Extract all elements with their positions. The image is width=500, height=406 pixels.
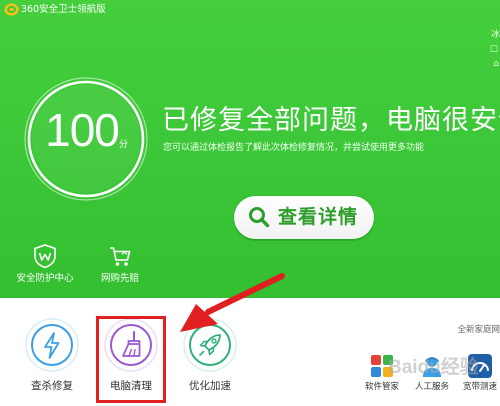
status-headline: 已修复全部问题，电脑很安全	[162, 105, 500, 136]
optimize-speed-label: 优化加速	[189, 380, 231, 392]
security-center-link[interactable]: 安全防护中心	[10, 243, 80, 285]
red-arrow-annotation	[180, 273, 285, 332]
app-title: 360安全卫士领航版	[21, 4, 106, 15]
bandwidth-test-link[interactable]: 宽带测速	[458, 353, 500, 393]
security-center-label: 安全防护中心	[16, 273, 74, 284]
shopping-cart-icon	[110, 247, 131, 266]
360-shield-logo-icon	[4, 3, 19, 16]
view-details-label: 查看详情	[278, 206, 359, 228]
view-details-button[interactable]: 查看详情	[234, 196, 374, 239]
status-subline: 您可以通过体检报告了解此次体检修复情况，并尝试使用更多功能	[163, 143, 425, 153]
person-service-icon	[423, 357, 441, 377]
title-bar: 360安全卫士领航版	[0, 0, 500, 20]
score-value: 100	[45, 104, 120, 156]
edge-text-3[interactable]: ⌂	[493, 59, 499, 70]
edge-text-2[interactable]: ☐	[490, 45, 498, 56]
scan-repair-label: 查杀修复	[31, 380, 73, 392]
software-grid-icon	[371, 355, 393, 377]
manual-service-link[interactable]: 人工服务	[410, 353, 454, 393]
edge-text-1: 冰	[490, 30, 500, 40]
software-manager-link[interactable]: 软件管家	[360, 353, 404, 393]
shield-w-icon	[34, 244, 56, 269]
bandwidth-test-label: 宽带测速	[462, 382, 497, 392]
shopping-guarantee-link[interactable]: 网购先赔	[85, 243, 155, 285]
pc-cleanup-highlight	[96, 316, 166, 403]
score-unit: 分	[119, 140, 129, 150]
lightning-icon	[25, 318, 79, 372]
scan-repair-tool[interactable]: 查杀修复	[20, 318, 84, 393]
speedometer-icon	[468, 354, 492, 378]
software-manager-label: 软件管家	[364, 382, 399, 392]
magnifier-icon	[249, 207, 270, 228]
family-network-label[interactable]: 全新家庭网	[457, 323, 500, 335]
manual-service-label: 人工服务	[414, 382, 449, 392]
shopping-guarantee-label: 网购先赔	[100, 273, 139, 284]
status-panel: 360安全卫士领航版 冰 ☐ ⌂ 100 分 已修复全部问题，电脑很安全 您可以…	[0, 0, 500, 298]
